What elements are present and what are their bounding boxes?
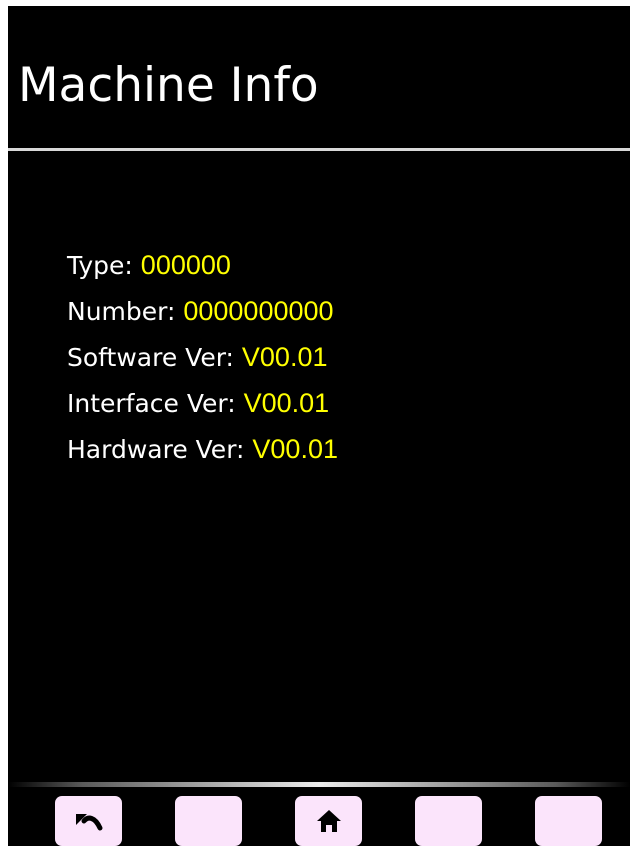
undo-arrow-icon: [75, 814, 102, 831]
bottom-divider: [8, 782, 630, 787]
hardware-ver-label: Hardware Ver:: [67, 435, 253, 464]
info-row-software-ver: Software Ver: V00.01: [67, 334, 338, 380]
interface-ver-label: Interface Ver:: [67, 389, 244, 418]
page-title: Machine Info: [18, 58, 319, 113]
device-screen: Machine Info Type: 000000 Number: 000000…: [8, 6, 630, 846]
info-row-number: Number: 0000000000: [67, 288, 338, 334]
info-row-type: Type: 000000: [67, 242, 338, 288]
machine-info-panel: Type: 000000 Number: 0000000000 Software…: [67, 242, 338, 472]
software-ver-value: V00.01: [241, 342, 328, 372]
back-button[interactable]: [55, 796, 122, 846]
info-row-interface-ver: Interface Ver: V00.01: [67, 380, 338, 426]
interface-ver-value: V00.01: [243, 388, 330, 418]
softkey-4-button[interactable]: [415, 796, 482, 846]
softkey-2-button[interactable]: [175, 796, 242, 846]
info-row-hardware-ver: Hardware Ver: V00.01: [67, 426, 338, 472]
number-value: 0000000000: [183, 296, 334, 326]
home-button[interactable]: [295, 796, 362, 846]
softkey-5-button[interactable]: [535, 796, 602, 846]
software-ver-label: Software Ver:: [67, 343, 242, 372]
number-label: Number:: [67, 297, 184, 326]
title-divider: [8, 148, 630, 151]
hardware-ver-value: V00.01: [252, 434, 338, 464]
type-label: Type:: [67, 251, 141, 280]
home-icon: [316, 810, 341, 832]
bottom-button-bar: [8, 796, 630, 846]
type-value: 000000: [140, 250, 231, 280]
